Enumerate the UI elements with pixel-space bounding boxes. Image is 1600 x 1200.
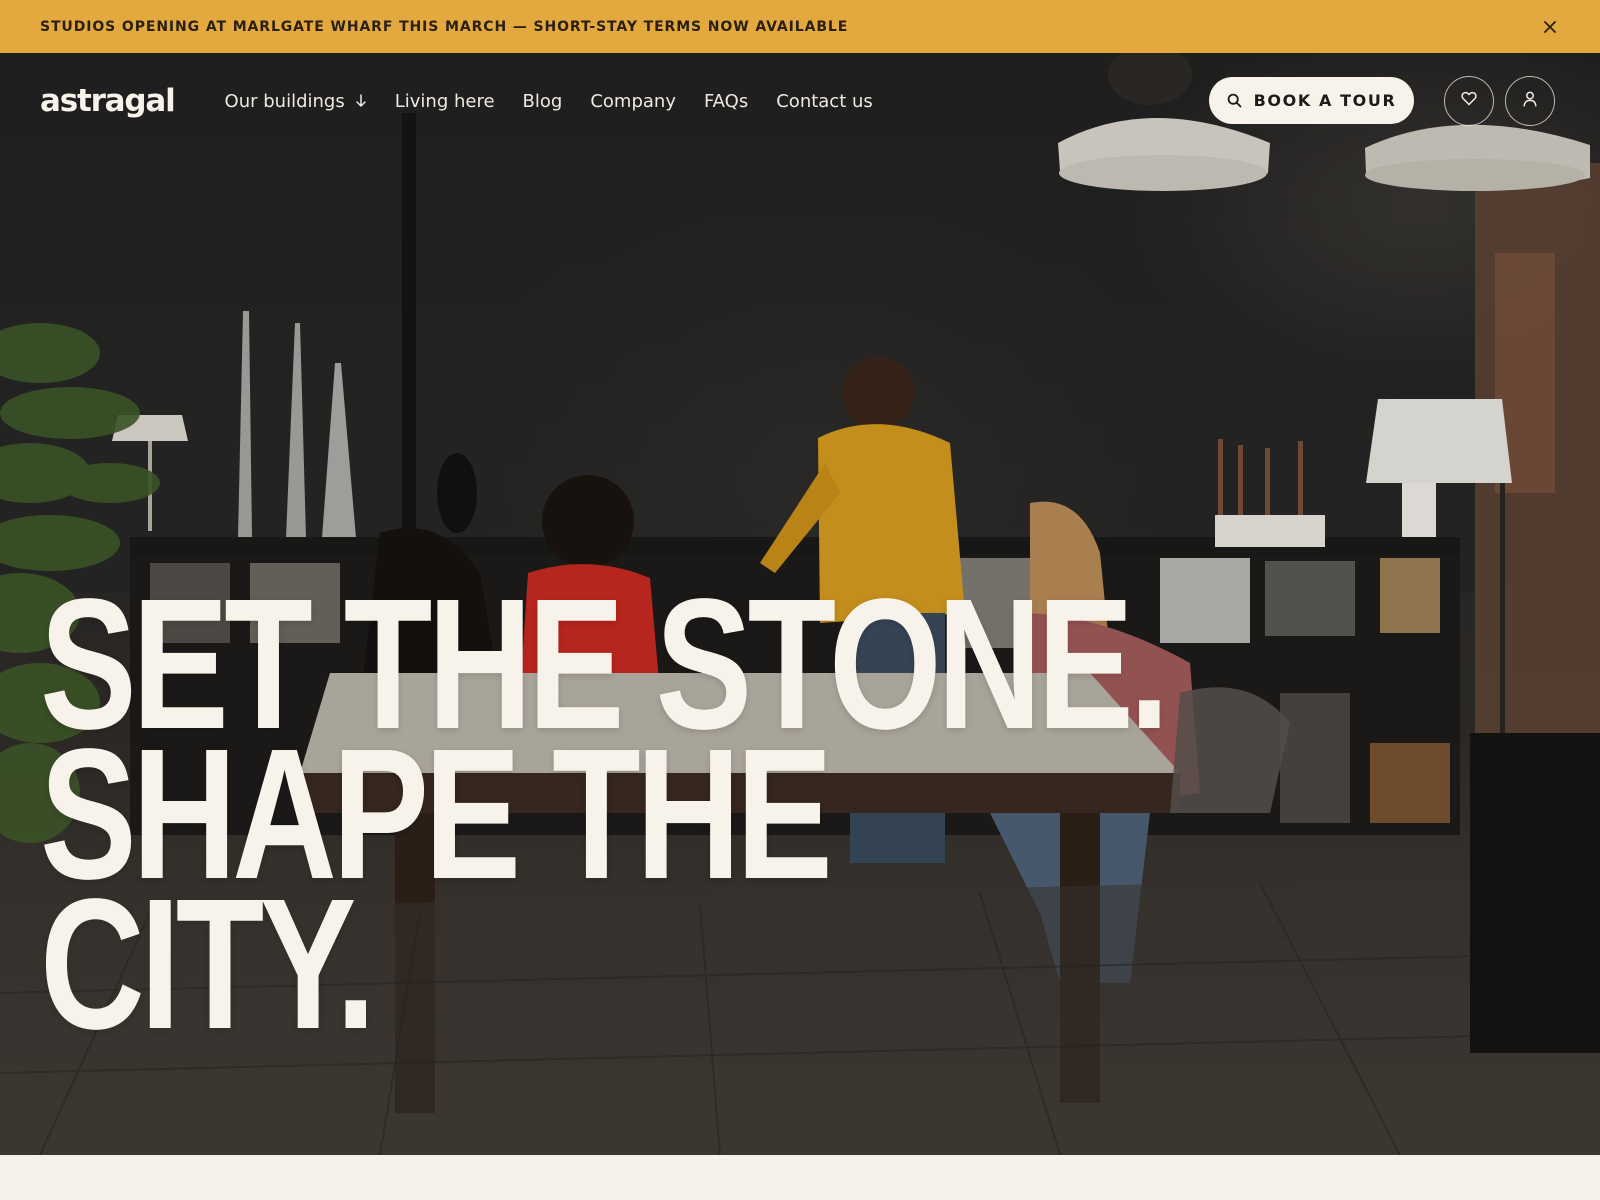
book-a-tour-label: BOOK A TOUR: [1253, 91, 1397, 110]
arrow-down-icon: [355, 94, 367, 108]
nav-link-company[interactable]: Company: [590, 91, 676, 112]
book-a-tour-button[interactable]: BOOK A TOUR: [1209, 77, 1414, 124]
heart-icon: [1461, 91, 1477, 111]
main-nav: astragal Our buildings Living here Blog …: [0, 53, 1600, 149]
nav-link-faqs[interactable]: FAQs: [704, 91, 748, 112]
nav-link-label: Our buildings: [224, 90, 345, 112]
logo[interactable]: astragal: [40, 83, 176, 119]
user-icon: [1523, 91, 1537, 112]
favorites-button[interactable]: [1444, 76, 1494, 126]
nav-link-living-here[interactable]: Living here: [395, 91, 495, 112]
account-button[interactable]: [1505, 76, 1555, 126]
nav-links: Our buildings Living here Blog Company F…: [225, 91, 901, 112]
page-content-start: [0, 1155, 1600, 1200]
nav-link-contact-us[interactable]: Contact us: [776, 91, 873, 112]
close-icon[interactable]: [1540, 17, 1560, 37]
nav-link-our-buildings[interactable]: Our buildings: [225, 91, 367, 112]
nav-link-blog[interactable]: Blog: [523, 91, 563, 112]
search-icon: [1227, 93, 1242, 108]
announcement-bar: STUDIOS OPENING AT MARLGATE WHARF THIS M…: [0, 0, 1600, 53]
announcement-text: STUDIOS OPENING AT MARLGATE WHARF THIS M…: [40, 18, 849, 35]
hero-headline: SET THE STONE. SHAPE THE CITY.: [40, 572, 1170, 1058]
